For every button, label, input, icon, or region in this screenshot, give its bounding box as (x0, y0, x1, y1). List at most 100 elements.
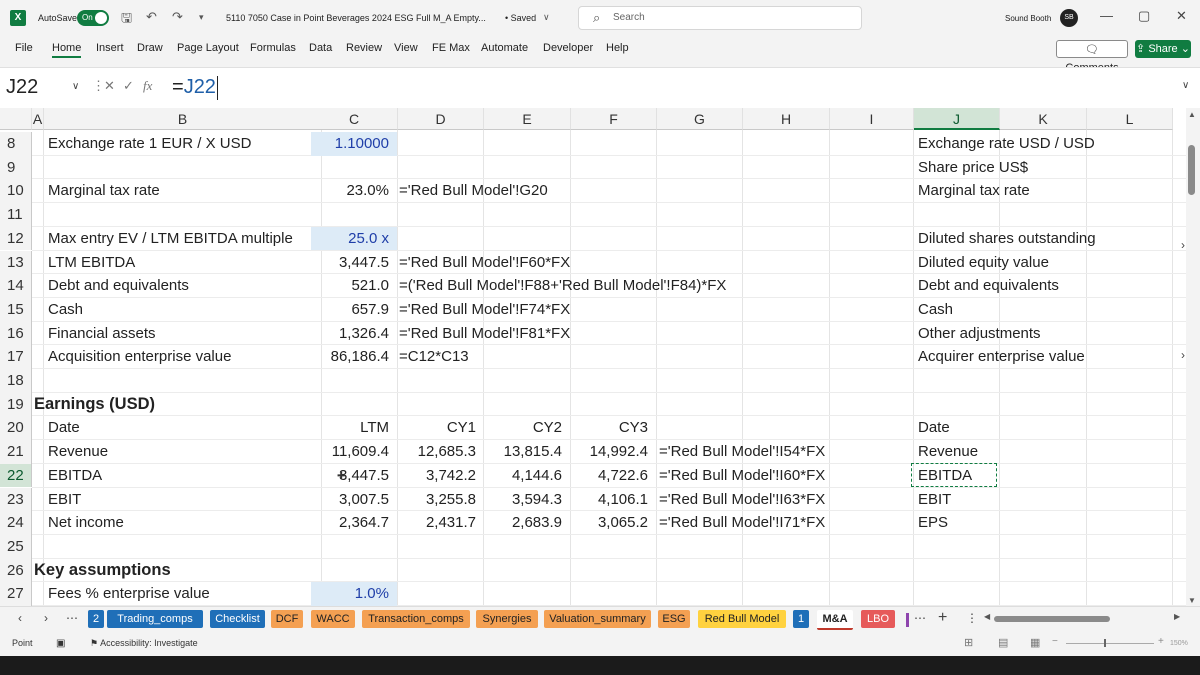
cell-d17[interactable]: =C12*C13 (399, 345, 899, 369)
cell-c21[interactable]: 11,609.4 (311, 440, 397, 464)
avatar[interactable]: SB (1060, 9, 1078, 27)
menu-insert[interactable]: Insert (96, 42, 124, 54)
redo-icon[interactable]: ↷ (172, 9, 183, 25)
insert-function-icon[interactable]: fx (143, 78, 152, 94)
cell-c13[interactable]: 3,447.5 (311, 251, 397, 275)
cell-j21[interactable]: Revenue (918, 440, 1178, 464)
sheet-tab-red-bull-model[interactable]: Red Bull Model (698, 610, 786, 628)
column-header-l[interactable]: L (1087, 108, 1173, 130)
autosave-toggle[interactable]: On (77, 10, 109, 26)
cell-f21[interactable]: 14,992.4 (570, 440, 656, 464)
row-header[interactable]: 8 (0, 132, 32, 156)
menu-view[interactable]: View (394, 42, 418, 54)
cell-d15[interactable]: ='Red Bull Model'!F74*FX (399, 298, 899, 322)
menu-draw[interactable]: Draw (137, 42, 163, 54)
accessibility-status[interactable]: ⚑ Accessibility: Investigate (90, 638, 198, 649)
menu-page-layout[interactable]: Page Layout (177, 42, 239, 54)
menu-formulas[interactable]: Formulas (250, 42, 296, 54)
cell-j17[interactable]: Acquirer enterprise value (918, 345, 1178, 369)
save-icon[interactable]: 🖫 (121, 9, 132, 31)
column-header-i[interactable]: I (830, 108, 914, 130)
menu-automate[interactable]: Automate (481, 42, 528, 54)
row-header[interactable]: 18 (0, 369, 32, 393)
row-header[interactable]: 19 (0, 392, 32, 417)
scroll-up-icon[interactable]: ▲ (1188, 110, 1196, 119)
saved-status[interactable]: • Saved (505, 13, 536, 23)
cell-e20[interactable]: CY2 (484, 416, 570, 440)
name-box[interactable]: J22 ∨ (6, 72, 84, 102)
menu-review[interactable]: Review (346, 42, 382, 54)
sheet-tab-synergies[interactable]: Synergies (476, 610, 538, 628)
column-header-b[interactable]: B (44, 108, 322, 130)
comments-button[interactable]: 🗨 Comments (1056, 40, 1128, 74)
share-button[interactable]: ⇪ Share ⌄ (1135, 40, 1191, 58)
column-header-d[interactable]: D (398, 108, 484, 130)
row-header[interactable]: 16 (0, 321, 32, 346)
menu-help[interactable]: Help (606, 42, 629, 54)
search-box[interactable]: ⌕ Search (578, 6, 862, 30)
cell-f24[interactable]: 3,065.2 (570, 511, 656, 535)
row-header[interactable]: 11 (0, 203, 32, 227)
horizontal-scroll-thumb[interactable] (994, 616, 1110, 622)
cell-b8[interactable]: Exchange rate 1 EUR / X USD (48, 132, 314, 156)
sheet-tab-valuation-summary[interactable]: Valuation_summary (544, 610, 651, 628)
select-all-corner[interactable] (0, 108, 32, 130)
column-header-e[interactable]: E (484, 108, 571, 130)
cell-c15[interactable]: 657.9 (311, 298, 397, 322)
sheet-tab-dcf[interactable]: DCF (271, 610, 303, 628)
cell-b13[interactable]: LTM EBITDA (48, 251, 314, 275)
cell-c17[interactable]: 86,186.4 (311, 345, 397, 369)
cell-b20[interactable]: Date (48, 416, 314, 440)
undo-icon[interactable]: ↶ (146, 9, 157, 25)
more-sheets-icon[interactable]: ⋯ (914, 611, 926, 625)
column-header-j[interactable]: J (914, 108, 1000, 130)
column-header-f[interactable]: F (571, 108, 657, 130)
normal-view-icon[interactable]: ⊞ (964, 636, 973, 649)
options-icon[interactable]: ⋮ (966, 611, 978, 625)
chevron-down-icon[interactable]: ∨ (543, 12, 550, 23)
cell-c10[interactable]: 23.0% (311, 179, 397, 203)
row-header[interactable]: 13 (0, 250, 32, 275)
scroll-tabs-left-icon[interactable]: ‹ (18, 611, 22, 625)
cell-c12[interactable]: 25.0 x (311, 226, 397, 251)
enter-icon[interactable]: ✓ (123, 78, 134, 94)
cell-b15[interactable]: Cash (48, 298, 314, 322)
cell-b27[interactable]: Fees % enterprise value (48, 582, 314, 606)
zoom-slider[interactable] (1066, 643, 1154, 644)
minimize-icon[interactable]: — (1100, 8, 1113, 23)
row-header[interactable]: 20 (0, 416, 32, 441)
page-break-view-icon[interactable]: ▦ (1030, 636, 1040, 649)
zoom-out-icon[interactable]: − (1052, 636, 1058, 647)
row-header[interactable]: 21 (0, 440, 32, 464)
row-header[interactable]: 26 (0, 558, 32, 583)
cell-c16[interactable]: 1,326.4 (311, 322, 397, 346)
cell-b17[interactable]: Acquisition enterprise value (48, 345, 314, 369)
cell-d14[interactable]: =('Red Bull Model'!F88+'Red Bull Model'!… (399, 274, 899, 298)
formula-input[interactable]: =J22 (172, 72, 216, 102)
sheet-tab-1[interactable]: 1 (793, 610, 809, 628)
cell-d13[interactable]: ='Red Bull Model'!F60*FX (399, 251, 899, 275)
sheet-tab-m-a[interactable]: M&A (817, 610, 853, 630)
zoom-slider-handle[interactable] (1104, 639, 1106, 647)
cell-f20[interactable]: CY3 (570, 416, 656, 440)
cancel-icon[interactable]: ✕ (104, 78, 115, 94)
cell-d22[interactable]: 3,742.2 (397, 464, 484, 488)
zoom-level[interactable]: 150% (1170, 640, 1188, 647)
cell-c27[interactable]: 1.0% (311, 582, 397, 606)
menu-data[interactable]: Data (309, 42, 332, 54)
column-header-h[interactable]: H (743, 108, 830, 130)
cell-j20[interactable]: Date (918, 416, 1178, 440)
sheet-tab-lbo[interactable]: LBO (861, 610, 895, 628)
column-header-k[interactable]: K (1000, 108, 1087, 130)
cell-a19[interactable]: Earnings (USD) (34, 393, 334, 417)
cell-d16[interactable]: ='Red Bull Model'!F81*FX (399, 322, 899, 346)
page-layout-view-icon[interactable]: ▤ (998, 636, 1008, 649)
scroll-tabs-right-icon[interactable]: › (44, 611, 48, 625)
column-header-g[interactable]: G (657, 108, 743, 130)
expand-formula-icon[interactable]: ∨ (1182, 80, 1189, 91)
row-header[interactable]: 14 (0, 274, 32, 298)
zoom-in-icon[interactable]: + (1158, 636, 1164, 647)
add-sheet-icon[interactable]: + (938, 609, 947, 627)
chevron-down-icon[interactable]: ∨ (72, 72, 79, 102)
cell-c20[interactable]: LTM (311, 416, 397, 440)
